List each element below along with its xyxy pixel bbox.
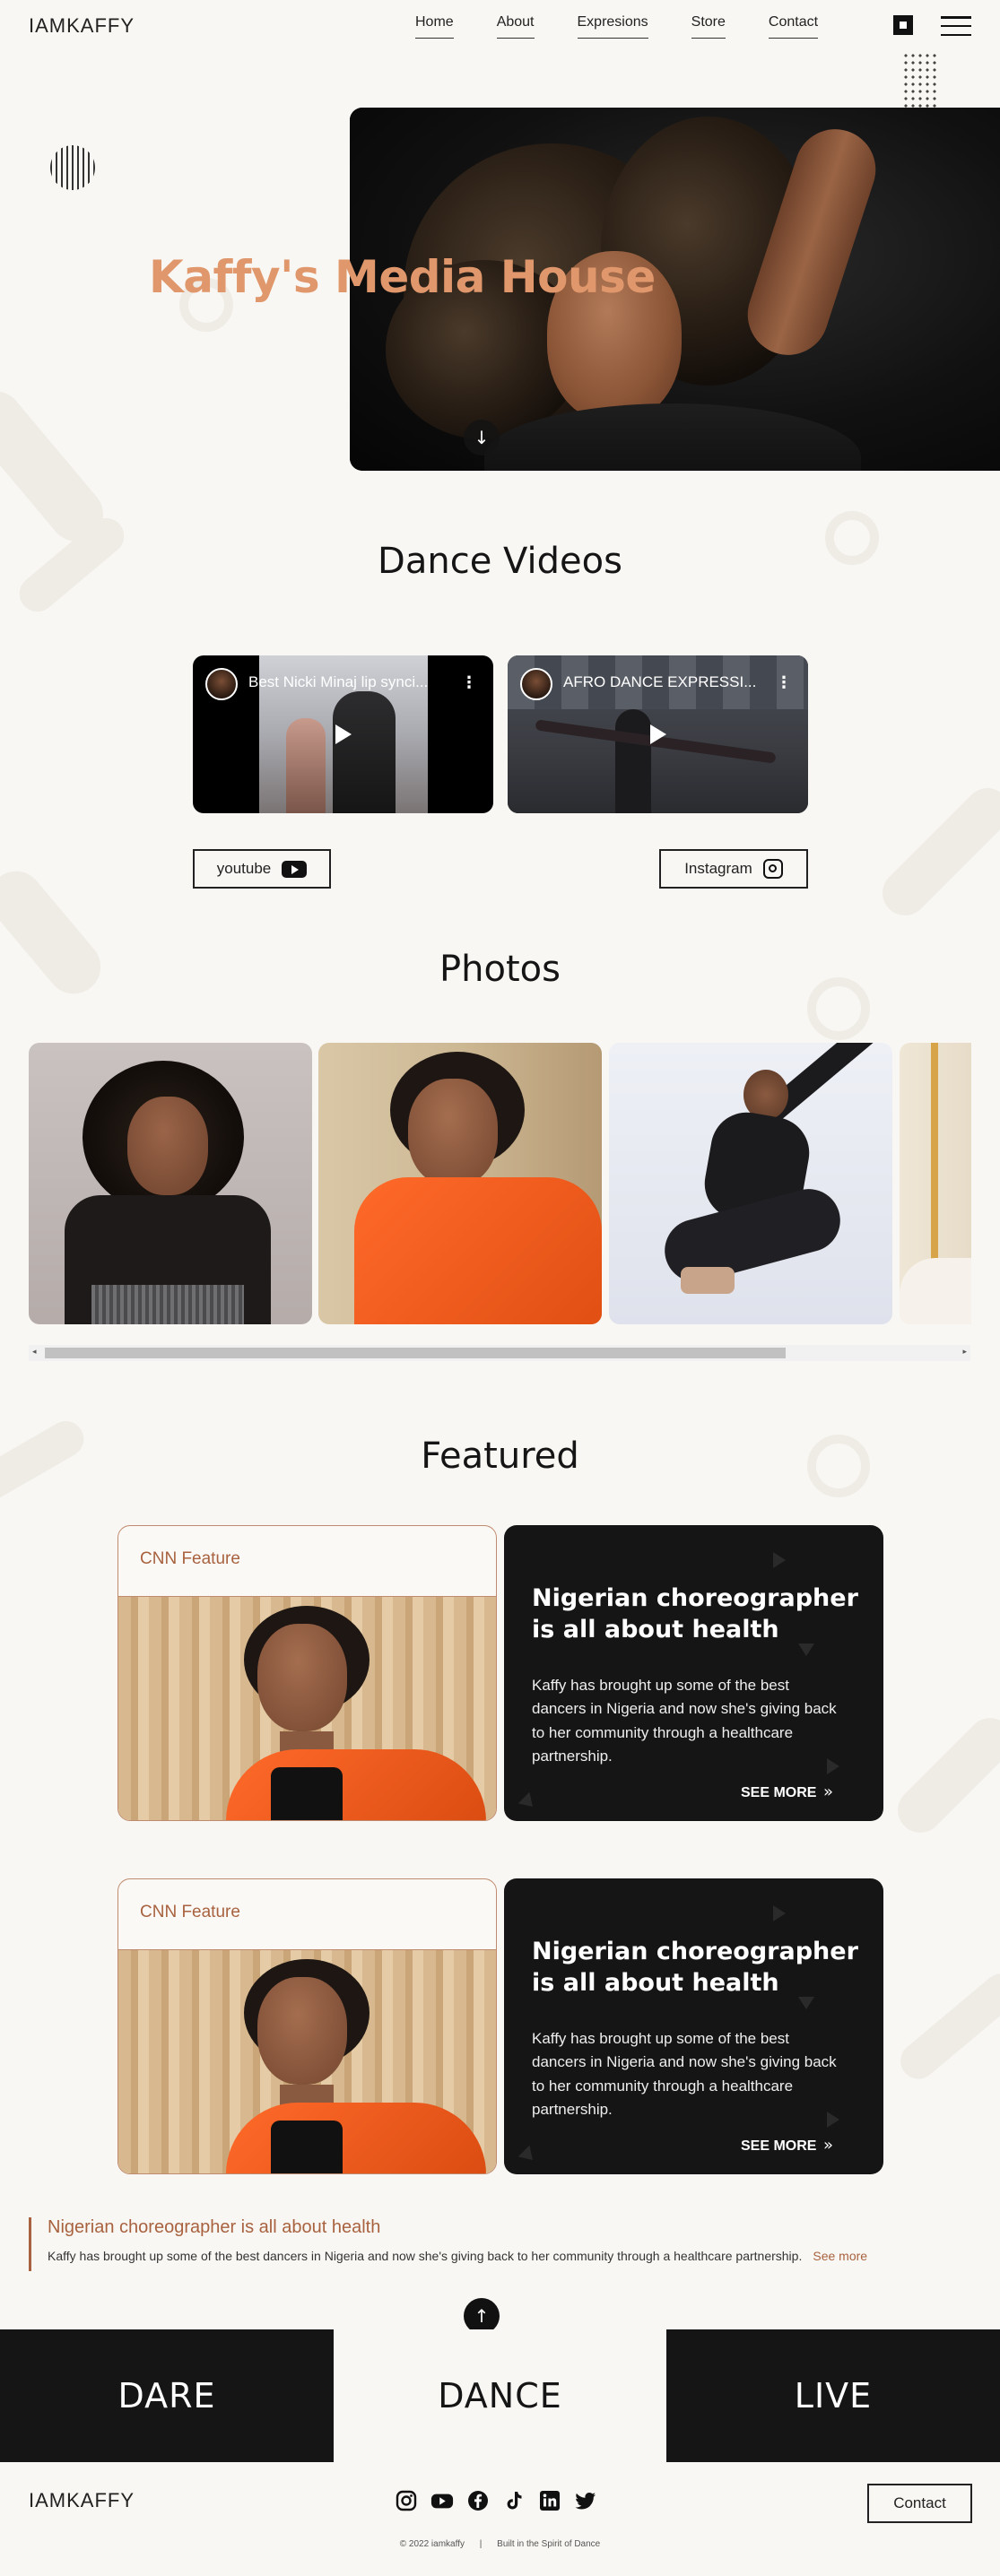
dot-grid-decoration — [902, 52, 938, 108]
feature-label: CNN Feature — [140, 1903, 240, 1921]
feature-headline: Nigerian choreographer is all about heal… — [532, 1584, 858, 1644]
instagram-icon — [762, 859, 783, 879]
photo-1[interactable] — [29, 1043, 312, 1324]
background-stroke — [873, 778, 1000, 925]
twitter-icon[interactable] — [574, 2489, 597, 2512]
linkedin-icon[interactable] — [538, 2489, 561, 2512]
social-links — [395, 2489, 597, 2512]
scroll-down-icon[interactable]: ↓ — [464, 420, 500, 455]
nav-about[interactable]: About — [496, 14, 535, 39]
instagram-button[interactable]: Instagram — [659, 849, 808, 889]
photos-scrollbar[interactable]: ◂ ▸ — [29, 1345, 970, 1361]
channel-avatar — [205, 668, 238, 700]
feature-image — [118, 1596, 496, 1820]
video-title: Best Nicki Minaj lip synci... — [248, 673, 429, 690]
square-icon[interactable] — [893, 15, 913, 35]
feature-body: Kaffy has brought up some of the best da… — [532, 1677, 837, 1765]
background-stroke — [892, 1966, 1000, 2086]
footer-tagline: Built in the Spirit of Dance — [497, 2539, 601, 2549]
scrollbar-thumb[interactable] — [45, 1348, 786, 1358]
footer-contact-button[interactable]: Contact — [867, 2484, 972, 2523]
play-icon[interactable] — [649, 724, 666, 744]
nav-contact[interactable]: Contact — [768, 14, 819, 39]
see-more-link[interactable]: SEE MORE — [741, 1785, 816, 1801]
copyright-line: © 2022 iamkaffy | Built in the Spirit of… — [0, 2539, 1000, 2549]
site-logo[interactable]: IAMKAFFY — [29, 14, 135, 38]
photo-3[interactable] — [609, 1043, 892, 1324]
copyright-text: © 2022 iamkaffy — [399, 2539, 465, 2549]
feature-label: CNN Feature — [140, 1549, 240, 1568]
featured-card-text[interactable]: Nigerian choreographer is all about heal… — [504, 1525, 883, 1821]
channel-avatar — [520, 668, 552, 700]
footer-logo[interactable]: IAMKAFFY — [29, 2489, 135, 2512]
photos-title: Photos — [439, 949, 561, 990]
youtube-icon[interactable] — [430, 2489, 454, 2512]
striped-circle-decoration — [50, 145, 95, 190]
photo-4[interactable] — [900, 1043, 971, 1324]
feature-image — [118, 1949, 496, 2173]
background-stroke — [888, 1708, 1000, 1843]
double-chevron-right-icon[interactable]: » — [823, 1782, 833, 1801]
scroll-up-icon[interactable]: ↑ — [464, 2298, 500, 2334]
feature-headline: Nigerian choreographer is all about heal… — [532, 1938, 858, 1998]
video-embed-1[interactable]: Best Nicki Minaj lip synci... ⋮ — [193, 655, 493, 813]
band-dance: DANCE — [334, 2329, 666, 2462]
featured-quote: Nigerian choreographer is all about heal… — [29, 2217, 961, 2271]
quote-title: Nigerian choreographer is all about heal… — [48, 2217, 381, 2237]
video-embed-2[interactable]: AFRO DANCE EXPRESSI... ⋮ — [508, 655, 808, 813]
scroll-left-icon[interactable]: ◂ — [32, 1348, 37, 1357]
play-icon[interactable] — [335, 724, 352, 744]
featured-card-media[interactable]: CNN Feature — [117, 1525, 497, 1821]
band-dare: DARE — [0, 2329, 334, 2462]
featured-card-media[interactable]: CNN Feature — [117, 1878, 497, 2174]
more-options-icon[interactable]: ⋮ — [461, 673, 477, 692]
menu-icon[interactable] — [941, 16, 971, 36]
youtube-button-label: youtube — [216, 860, 272, 877]
tiktok-icon[interactable] — [502, 2489, 526, 2512]
youtube-icon — [282, 860, 308, 878]
nav-expresions[interactable]: Expresions — [577, 14, 648, 39]
quote-see-more-link[interactable]: See more — [813, 2249, 867, 2263]
footer-separator: | — [479, 2539, 483, 2549]
more-options-icon[interactable]: ⋮ — [776, 673, 792, 692]
facebook-icon[interactable] — [466, 2489, 490, 2512]
nav-store[interactable]: Store — [691, 14, 726, 39]
main-nav: Home About Expresions Store Contact — [415, 14, 861, 39]
hero-title: Kaffy's Media House — [149, 251, 656, 303]
see-more-link[interactable]: SEE MORE — [741, 2138, 816, 2155]
youtube-button[interactable]: youtube — [193, 849, 331, 889]
instagram-icon[interactable] — [395, 2489, 418, 2512]
featured-card-text[interactable]: Nigerian choreographer is all about heal… — [504, 1878, 883, 2174]
double-chevron-right-icon[interactable]: » — [823, 2136, 833, 2155]
band-live: LIVE — [666, 2329, 1000, 2462]
feature-body: Kaffy has brought up some of the best da… — [532, 2030, 837, 2119]
dance-videos-title: Dance Videos — [378, 541, 622, 582]
video-title: AFRO DANCE EXPRESSI... — [563, 673, 757, 690]
nav-home[interactable]: Home — [415, 14, 454, 39]
photo-2[interactable] — [318, 1043, 602, 1324]
instagram-button-label: Instagram — [684, 860, 752, 877]
scroll-right-icon[interactable]: ▸ — [962, 1348, 967, 1357]
featured-title: Featured — [421, 1435, 579, 1477]
quote-body: Kaffy has brought up some of the best da… — [48, 2249, 803, 2263]
